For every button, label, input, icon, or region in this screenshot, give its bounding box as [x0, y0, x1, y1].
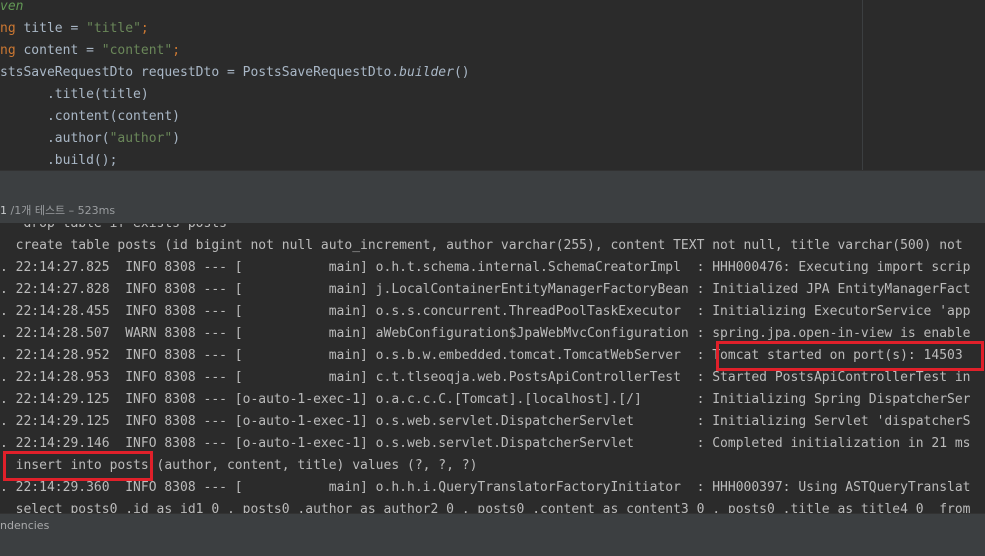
- test-summary: /1개 테스트 – 523ms: [7, 204, 116, 217]
- console-line: . 22:14:27.828 INFO 8308 --- [ main] j.L…: [0, 282, 971, 297]
- console-line: . 22:14:29.125 INFO 8308 --- [o-auto-1-e…: [0, 414, 971, 429]
- code-line: .build();: [0, 153, 118, 168]
- highlight-box-tomcat-port: [716, 341, 984, 371]
- console-line: drop table if exists posts: [0, 224, 227, 235]
- right-margin-guide: [862, 0, 863, 170]
- bottom-tool-bar: ndencies: [0, 513, 985, 556]
- code-line: stsSaveRequestDto requestDto = PostsSave…: [0, 65, 470, 80]
- passed-count: 1: [0, 204, 7, 217]
- code-line: ng content = "content";: [0, 43, 181, 58]
- code-line: .title(title): [0, 87, 149, 102]
- run-toolbar: [0, 170, 985, 200]
- code-line: ven: [0, 0, 24, 14]
- status-strip: [0, 538, 985, 556]
- console-line: . 22:14:27.825 INFO 8308 --- [ main] o.h…: [0, 260, 971, 275]
- run-console[interactable]: drop table if exists posts create table …: [0, 224, 985, 513]
- console-line: . 22:14:29.125 INFO 8308 --- [o-auto-1-e…: [0, 392, 971, 407]
- dependencies-tab[interactable]: ndencies: [0, 514, 49, 538]
- console-line: select posts0_.id as id1_0_, posts0_.aut…: [0, 502, 971, 513]
- console-line: . 22:14:28.455 INFO 8308 --- [ main] o.s…: [0, 304, 971, 319]
- code-editor[interactable]: ven ng title = "title"; ng content = "co…: [0, 0, 985, 170]
- test-status-bar: 1 /1개 테스트 – 523ms: [0, 199, 985, 224]
- console-line: create table posts (id bigint not null a…: [0, 238, 963, 253]
- code-line: .content(content): [0, 109, 181, 124]
- code-line: .author("author"): [0, 131, 181, 146]
- code-line: ng title = "title";: [0, 21, 149, 36]
- highlight-box-insert-into-posts: [3, 451, 153, 481]
